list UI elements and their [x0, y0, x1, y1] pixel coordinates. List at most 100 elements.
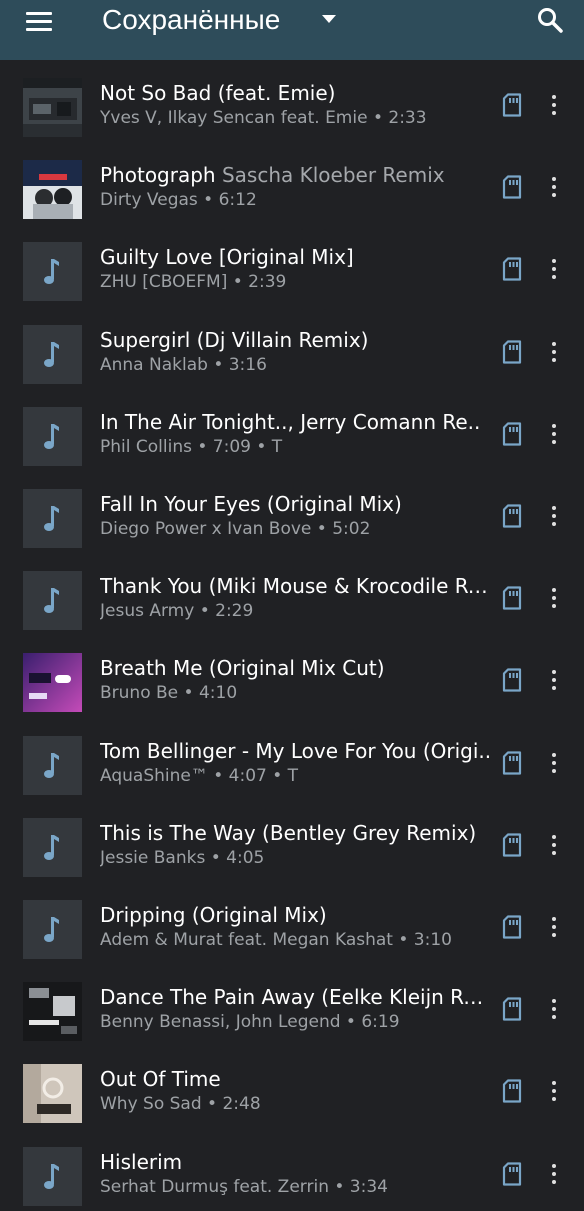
- track-title-text: Dripping (Original Mix): [100, 903, 327, 927]
- more-vert-icon[interactable]: [544, 750, 564, 776]
- track-title-text: Supergirl (Dj Villain Remix): [100, 327, 369, 352]
- track-title: Dance The Pain Away (Eelke Kleijn Rem..: [100, 984, 492, 1010]
- track-version: Sascha Kloeber Remix: [221, 163, 445, 188]
- track-title-text: Tom Bellinger - My Love For You (Origi..: [100, 738, 492, 763]
- more-vert-icon[interactable]: [544, 914, 564, 940]
- track-subtitle: Yves V, Ilkay Sencan feat. Emie • 2:33: [100, 108, 427, 128]
- track-subtitle: Why So Sad • 2:48: [100, 1094, 261, 1115]
- sd-card-icon: [502, 1079, 522, 1103]
- sd-card-icon: [502, 997, 522, 1021]
- track-row[interactable]: Photograph Sascha Kloeber Remix Dirty Veg…: [0, 142, 584, 224]
- track-row[interactable]: Hislerim Serhat Durmuş feat. Zerrin • 3:3…: [0, 1129, 584, 1211]
- more-vert-icon[interactable]: [544, 256, 564, 282]
- music-note-icon: [23, 489, 82, 548]
- music-note-icon: [23, 324, 82, 384]
- track-row[interactable]: Thank You (Miki Mouse & Krocodile Re.. Je…: [0, 553, 584, 635]
- track-subtitle: Benny Benassi, John Legend • 6:19: [100, 1012, 400, 1033]
- more-vert-icon[interactable]: [544, 421, 564, 447]
- track-title-text: Photograph: [100, 163, 216, 188]
- track-row[interactable]: Not So Bad (feat. Emie) Yves V, Ilkay Sen…: [0, 60, 584, 142]
- track-subtitle: Bruno Be • 4:10: [100, 683, 238, 704]
- more-vert-icon[interactable]: [544, 832, 564, 858]
- track-title: Dripping (Original Mix): [100, 902, 492, 928]
- music-note-icon: [23, 406, 82, 466]
- music-note-icon: [23, 571, 82, 631]
- album-art: [23, 653, 82, 713]
- album-art: [23, 982, 82, 1042]
- track-row[interactable]: Guilty Love [Original Mix] ZHU [CBOEFM] •…: [0, 224, 584, 306]
- track-title-text: Dance The Pain Away (Eelke Kleijn Rem..: [100, 985, 492, 1010]
- sd-card-icon: [502, 422, 522, 446]
- album-art: [23, 160, 82, 220]
- track-subtitle: Jessie Banks • 4:05: [100, 847, 265, 868]
- track-subtitle: Adem & Murat feat. Megan Kashat • 3:10: [100, 930, 452, 950]
- track-row[interactable]: Breath Me (Original Mix Cut) Bruno Be • 4…: [0, 635, 584, 717]
- music-note-icon: [23, 817, 82, 877]
- track-subtitle: Anna Naklab • 3:16: [100, 354, 267, 375]
- music-note-icon: [23, 900, 82, 959]
- track-title: Supergirl (Dj Villain Remix): [100, 327, 492, 353]
- track-title-text: This is The Way (Bentley Grey Remix): [100, 820, 477, 845]
- search-icon[interactable]: [536, 6, 564, 34]
- more-vert-icon[interactable]: [544, 667, 564, 693]
- track-subtitle: ZHU [CBOEFM] • 2:39: [100, 272, 287, 293]
- track-title-text: Fall In Your Eyes (Original Mix): [100, 492, 402, 516]
- music-note-icon: [23, 1146, 82, 1206]
- track-row[interactable]: Out Of Time Why So Sad • 2:48: [0, 1046, 584, 1128]
- track-title: Out Of Time: [100, 1066, 492, 1092]
- sd-card-icon: [502, 833, 522, 857]
- menu-icon[interactable]: [26, 10, 54, 34]
- track-row[interactable]: Dripping (Original Mix) Adem & Murat feat…: [0, 882, 584, 964]
- more-vert-icon[interactable]: [544, 1161, 564, 1187]
- track-row[interactable]: This is The Way (Bentley Grey Remix) Jess…: [0, 800, 584, 882]
- track-row[interactable]: Tom Bellinger - My Love For You (Origi..…: [0, 718, 584, 800]
- track-title-text: In The Air Tonight.., Jerry Comann Re..: [100, 409, 481, 434]
- track-row[interactable]: Dance The Pain Away (Eelke Kleijn Rem.. B…: [0, 964, 584, 1046]
- album-art: [23, 78, 82, 137]
- more-vert-icon[interactable]: [544, 585, 564, 611]
- track-subtitle: Serhat Durmuş feat. Zerrin • 3:34: [100, 1176, 388, 1197]
- more-vert-icon[interactable]: [544, 92, 564, 118]
- track-subtitle: Phil Collins • 7:09 • T: [100, 436, 283, 457]
- top-app-bar: Сохранённые: [0, 0, 584, 60]
- track-title: In The Air Tonight.., Jerry Comann Re..: [100, 409, 492, 435]
- sd-card-icon: [502, 257, 522, 281]
- track-title: Tom Bellinger - My Love For You (Origi..: [100, 738, 492, 764]
- track-title-text: Guilty Love [Original Mix]: [100, 245, 354, 270]
- track-title: Fall In Your Eyes (Original Mix): [100, 491, 492, 517]
- music-note-icon: [23, 735, 82, 795]
- sd-card-icon: [502, 750, 522, 775]
- track-title-text: Thank You (Miki Mouse & Krocodile Re..: [100, 574, 492, 599]
- sd-card-icon: [502, 586, 522, 610]
- track-title: Guilty Love [Original Mix]: [100, 244, 492, 270]
- more-vert-icon[interactable]: [544, 996, 564, 1022]
- track-row[interactable]: Supergirl (Dj Villain Remix) Anna Naklab …: [0, 307, 584, 389]
- track-subtitle: Dirty Vegas • 6:12: [100, 190, 257, 211]
- track-title: Hislerim: [100, 1149, 492, 1175]
- sd-card-icon: [502, 93, 522, 117]
- track-row[interactable]: Fall In Your Eyes (Original Mix) Diego Po…: [0, 471, 584, 553]
- track-title-text: Not So Bad (feat. Emie): [100, 81, 336, 105]
- track-title: Photograph Sascha Kloeber Remix: [100, 162, 492, 188]
- sd-card-icon: [502, 915, 522, 939]
- track-title-text: Hislerim: [100, 1149, 183, 1174]
- more-vert-icon[interactable]: [544, 503, 564, 529]
- sd-card-icon: [502, 504, 522, 528]
- music-note-icon: [23, 242, 82, 302]
- track-row[interactable]: In The Air Tonight.., Jerry Comann Re.. P…: [0, 389, 584, 471]
- chevron-down-icon[interactable]: [322, 15, 336, 23]
- sd-card-icon: [502, 339, 522, 364]
- track-subtitle: Jesus Army • 2:29: [100, 601, 254, 622]
- more-vert-icon[interactable]: [544, 339, 564, 365]
- track-title: Breath Me (Original Mix Cut): [100, 655, 492, 681]
- sd-card-icon: [502, 668, 522, 692]
- playlist-selector[interactable]: Сохранённые: [102, 0, 280, 40]
- track-title: This is The Way (Bentley Grey Remix): [100, 820, 492, 846]
- page-title: Сохранённые: [102, 4, 281, 35]
- track-subtitle: AquaShine™ • 4:07 • T: [100, 765, 299, 786]
- more-vert-icon[interactable]: [544, 1078, 564, 1104]
- track-title-text: Out Of Time: [100, 1067, 221, 1092]
- sd-card-icon: [502, 175, 522, 199]
- more-vert-icon[interactable]: [544, 174, 564, 200]
- track-title-text: Breath Me (Original Mix Cut): [100, 656, 385, 681]
